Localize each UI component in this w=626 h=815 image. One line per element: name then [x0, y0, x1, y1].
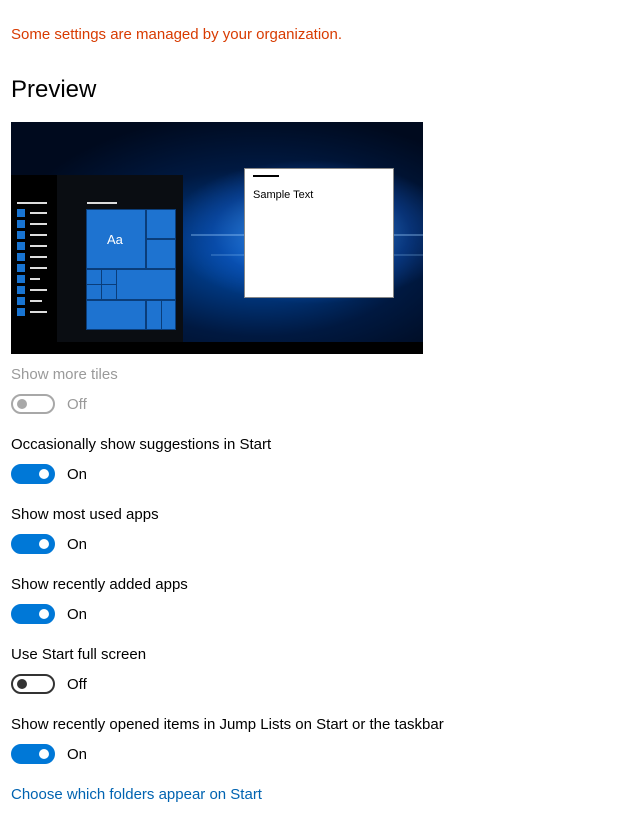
show-suggestions-label: Occasionally show suggestions in Start [11, 436, 272, 453]
show-most-used-apps-label: Show most used apps [11, 506, 159, 523]
show-more-tiles-state: Off [67, 396, 87, 413]
show-jump-list-items-toggle[interactable] [11, 744, 55, 764]
preview-sample-text: Sample Text [253, 189, 314, 201]
managed-by-organization-notice: Some settings are managed by your organi… [11, 26, 343, 43]
toggle-knob [39, 539, 49, 549]
toggle-knob [17, 679, 27, 689]
show-more-tiles-toggle [11, 394, 55, 414]
show-suggestions-toggle[interactable] [11, 464, 55, 484]
toggle-knob [39, 749, 49, 759]
show-most-used-apps-toggle[interactable] [11, 534, 55, 554]
toggle-knob [17, 399, 27, 409]
show-recently-added-apps-toggle[interactable] [11, 604, 55, 624]
show-most-used-apps-state: On [67, 536, 88, 553]
preview-tile-large: Aa [86, 209, 146, 269]
start-preview-image: Aa Sample Text [11, 122, 423, 354]
choose-folders-link[interactable]: Choose which folders appear on Start [11, 786, 262, 803]
use-start-full-screen-toggle[interactable] [11, 674, 55, 694]
preview-start-menu: Aa [11, 175, 183, 342]
preview-taskbar [11, 342, 423, 354]
use-start-full-screen-state: Off [67, 676, 87, 693]
toggle-knob [39, 609, 49, 619]
show-recently-added-apps-state: On [67, 606, 88, 623]
use-start-full-screen-label: Use Start full screen [11, 646, 147, 663]
toggle-knob [39, 469, 49, 479]
preview-sample-window: Sample Text [244, 168, 394, 298]
preview-heading: Preview [11, 76, 97, 103]
show-suggestions-state: On [67, 466, 88, 483]
show-recently-added-apps-label: Show recently added apps [11, 576, 188, 593]
show-jump-list-items-label: Show recently opened items in Jump Lists… [11, 716, 444, 733]
show-more-tiles-label: Show more tiles [11, 366, 118, 383]
preview-start-app-list [11, 175, 57, 342]
show-jump-list-items-state: On [67, 746, 88, 763]
